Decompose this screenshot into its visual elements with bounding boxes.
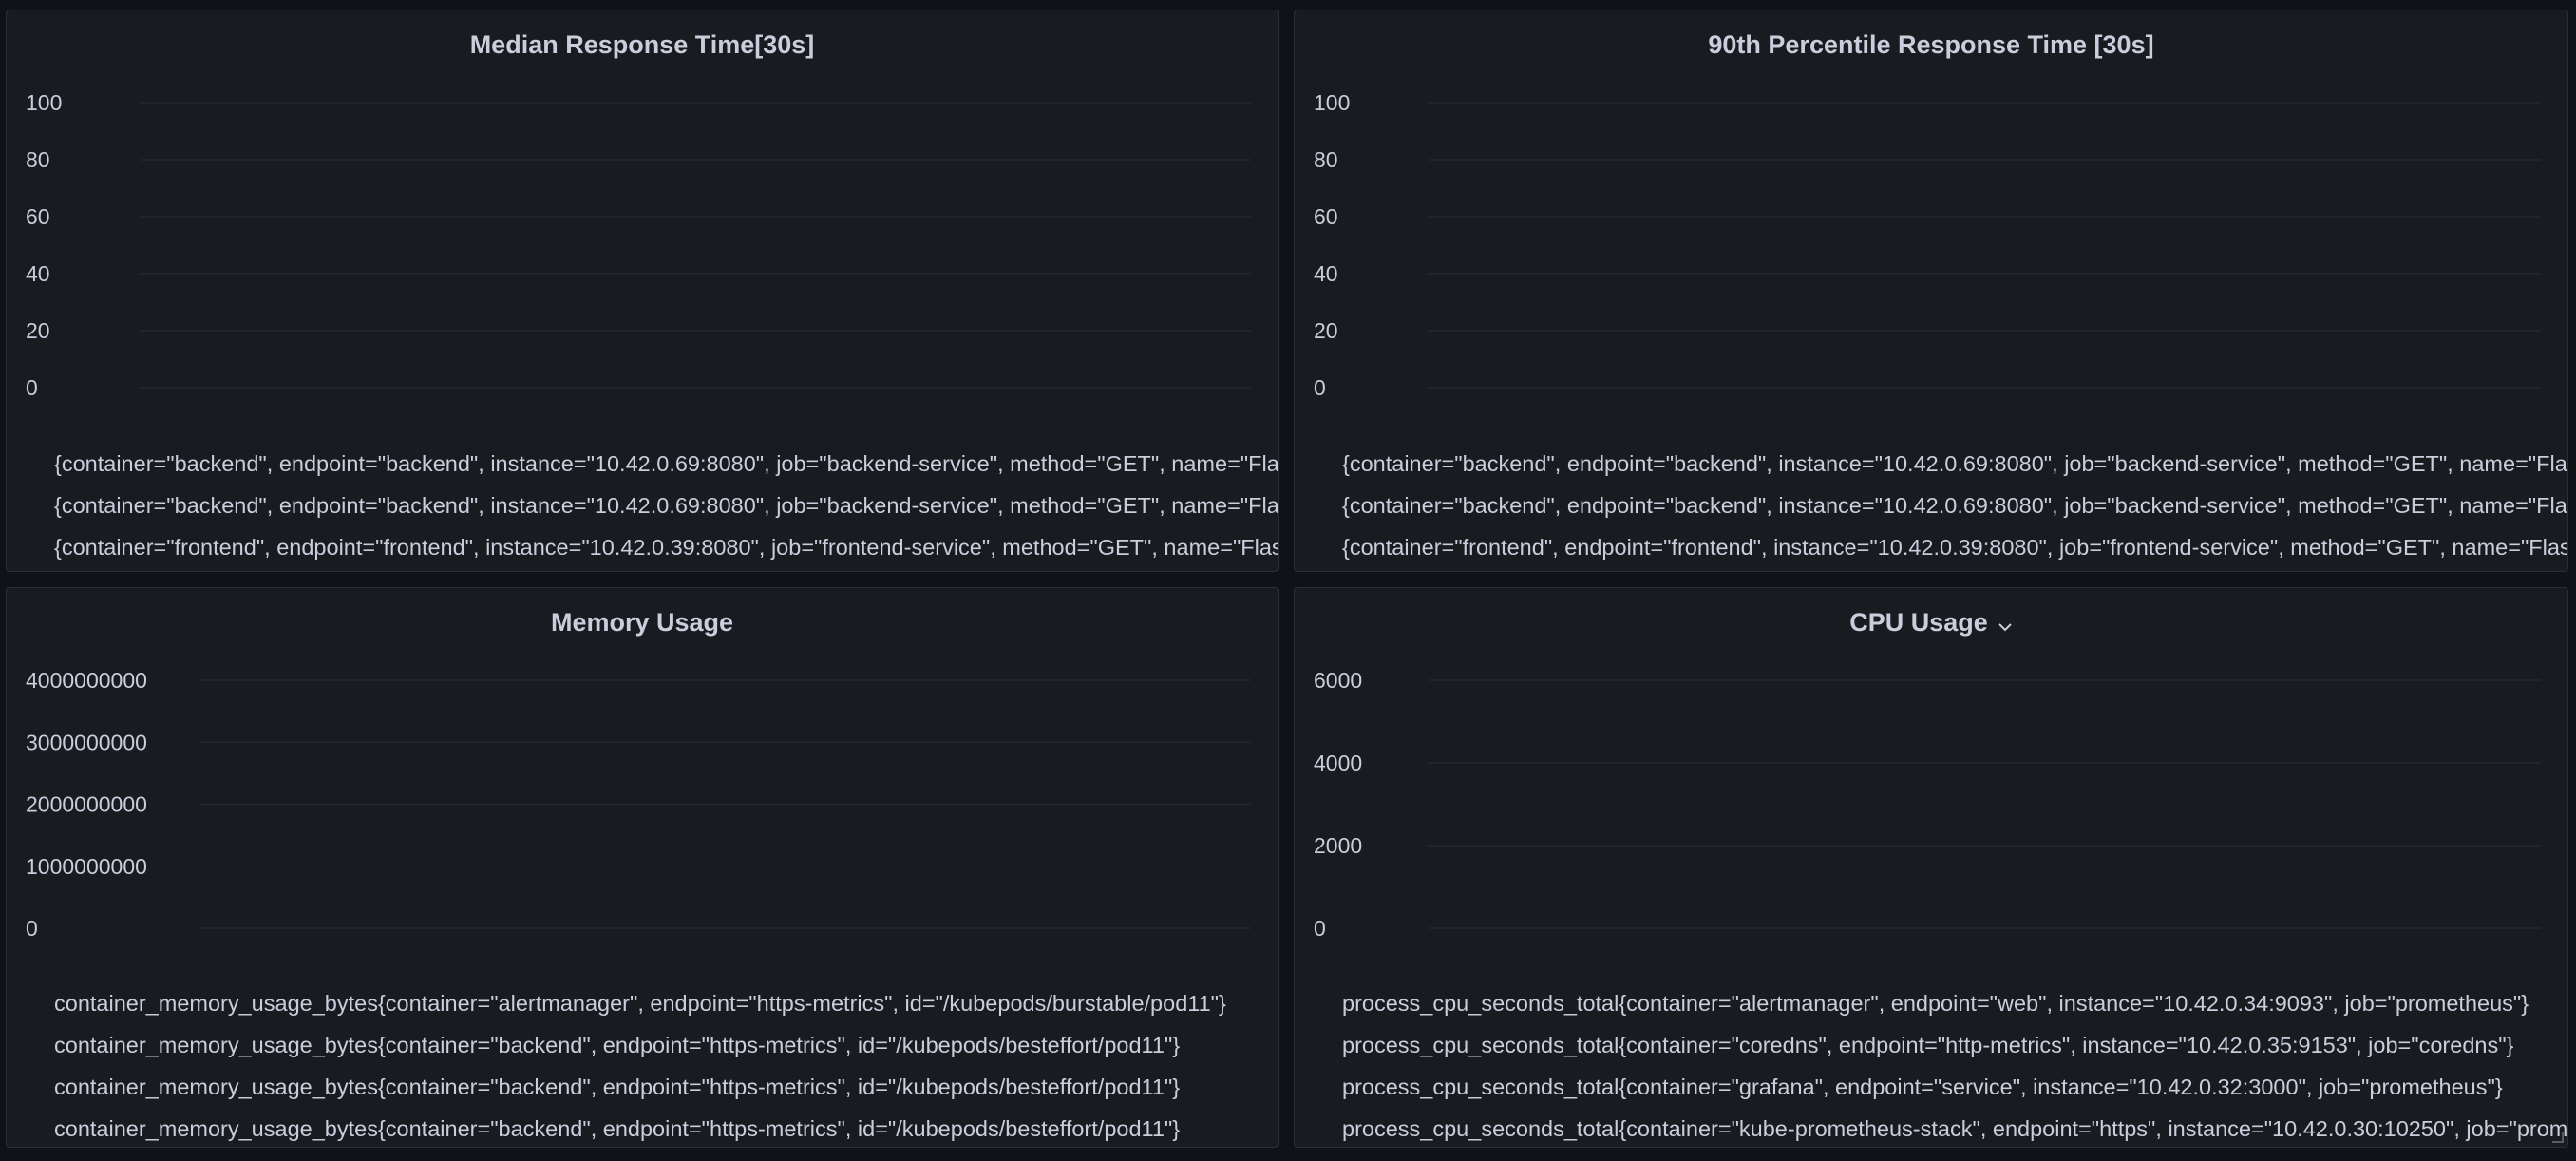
series-line <box>1295 844 2568 869</box>
legend-label: process_cpu_seconds_total{container="kub… <box>1342 1116 2567 1141</box>
legend-item[interactable]: {container="backend", endpoint="backend"… <box>54 449 1278 478</box>
p90-response-chart[interactable]: 02040608010020:0022:0000:0002:0004:0006:… <box>1295 10 2568 428</box>
series-line <box>7 919 1279 920</box>
y-tick-label: 0 <box>1314 375 1326 400</box>
series-line <box>7 863 1279 876</box>
legend-item[interactable]: {container="frontend", endpoint="fronten… <box>54 533 1278 561</box>
cpu-usage-legend: process_cpu_seconds_total{container="ale… <box>1295 978 2567 1147</box>
y-tick-label: 60 <box>1314 204 1338 229</box>
legend-item[interactable]: {container="frontend", endpoint="fronten… <box>1342 533 2567 561</box>
y-tick-label: 2000000000 <box>26 792 147 817</box>
memory-usage-legend: container_memory_usage_bytes{container="… <box>7 978 1278 1147</box>
y-tick-label: 2000 <box>1314 833 1362 858</box>
y-tick-label: 20 <box>26 318 50 343</box>
y-tick-label: 80 <box>1314 147 1338 172</box>
y-tick-label: 40 <box>26 261 50 286</box>
legend-label: container_memory_usage_bytes{container="… <box>54 1075 1181 1099</box>
legend-label: process_cpu_seconds_total{container="gra… <box>1342 1075 2503 1099</box>
legend-label: {container="backend", endpoint="backend"… <box>1342 451 2567 476</box>
y-tick-label: 100 <box>1314 90 1350 115</box>
series-line <box>7 708 1279 735</box>
legend-label: {container="backend", endpoint="backend"… <box>1342 493 2567 518</box>
memory-usage-chart[interactable]: 0 1000000000 2000000000 3000000000 400000000… <box>7 588 1279 978</box>
legend-label: {container="frontend", endpoint="fronten… <box>54 535 1278 560</box>
grid-lines <box>1428 102 2541 389</box>
grid-lines <box>1428 679 2541 929</box>
y-tick-label: 80 <box>26 147 50 172</box>
legend-item[interactable]: process_cpu_seconds_total{container="kub… <box>1342 1114 2567 1143</box>
y-tick-label: 4000000000 <box>26 668 147 693</box>
grid-lines <box>140 102 1251 389</box>
legend-label: container_memory_usage_bytes{container="… <box>54 1116 1181 1141</box>
legend-item[interactable]: {container="backend", endpoint="backend"… <box>1342 449 2567 478</box>
legend-label: {container="backend", endpoint="backend"… <box>54 451 1278 476</box>
legend-label: {container="frontend", endpoint="fronten… <box>1342 535 2567 560</box>
series-line <box>7 835 1279 844</box>
legend-label: container_memory_usage_bytes{container="… <box>54 1033 1181 1057</box>
y-tick-label: 3000000000 <box>26 730 147 754</box>
p90-response-legend: {container="backend", endpoint="backend"… <box>1295 438 2567 571</box>
y-tick-label: 0 <box>26 375 38 400</box>
y-tick-label: 0 <box>26 916 38 941</box>
series-line <box>7 922 1279 923</box>
legend-label: {container="backend", endpoint="backend"… <box>54 493 1278 518</box>
series-line <box>7 884 1279 890</box>
series-line <box>7 923 1279 924</box>
legend-item[interactable]: container_memory_usage_bytes{container="… <box>54 1031 1278 1059</box>
legend-item[interactable]: process_cpu_seconds_total{container="cor… <box>1342 1031 2567 1059</box>
y-tick-label: 4000 <box>1314 751 1362 775</box>
legend-item[interactable]: process_cpu_seconds_total{container="ale… <box>1342 989 2567 1018</box>
y-tick-label: 1000000000 <box>26 854 147 879</box>
legend-label: process_cpu_seconds_total{container="cor… <box>1342 1033 2514 1057</box>
y-tick-label: 100 <box>26 90 62 115</box>
series-line <box>1295 922 2568 923</box>
legend-label: process_cpu_seconds_total{container="ale… <box>1342 991 2529 1016</box>
y-tick-label: 0 <box>1314 916 1326 941</box>
legend-item[interactable]: {container="backend", endpoint="backend"… <box>1342 491 2567 520</box>
median-response-chart[interactable]: 02040608010020:0022:0000:0002:0004:0006:… <box>7 10 1279 428</box>
legend-label: container_memory_usage_bytes{container="… <box>54 991 1226 1016</box>
series-line <box>7 810 1279 831</box>
median-response-panel: Median Response Time[30s] 02040608010020… <box>6 10 1279 572</box>
legend-item[interactable]: container_memory_usage_bytes{container="… <box>54 1114 1278 1143</box>
p90-response-panel: 90th Percentile Response Time [30s] 0 20 4… <box>1294 10 2568 572</box>
legend-item[interactable]: {container="backend", endpoint="backend"… <box>54 491 1278 520</box>
y-tick-label: 40 <box>1314 261 1338 286</box>
series-line <box>1295 705 2568 772</box>
grid-lines <box>199 679 1251 929</box>
legend-item[interactable]: container_memory_usage_bytes{container="… <box>54 1073 1278 1101</box>
y-tick-label: 20 <box>1314 318 1338 343</box>
cpu-usage-chart[interactable]: 020004000600020:0022:0000:0002:0004:0006… <box>1295 588 2568 978</box>
median-response-legend: {container="backend", endpoint="backend"… <box>7 438 1278 571</box>
series-line <box>7 874 1279 884</box>
legend-item[interactable]: process_cpu_seconds_total{container="gra… <box>1342 1073 2567 1101</box>
memory-usage-panel: Memory Usage 0 1000000000 2000000000 300000… <box>6 587 1279 1148</box>
y-tick-label: 60 <box>26 204 50 229</box>
cpu-usage-panel: CPU Usage 020004000600020:0022:0000:0002… <box>1294 587 2568 1148</box>
series-line <box>1295 926 2568 927</box>
resize-handle[interactable] <box>2552 1132 2564 1143</box>
legend-item[interactable]: container_memory_usage_bytes{container="… <box>54 989 1278 1018</box>
y-tick-label: 6000 <box>1314 668 1362 693</box>
